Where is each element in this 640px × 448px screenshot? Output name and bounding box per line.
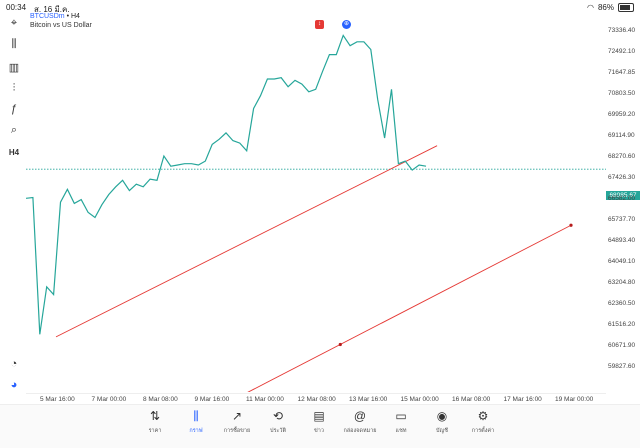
price-tick-label: 70803.50: [608, 90, 636, 97]
price-tick-label: 69114.90: [608, 132, 635, 139]
trade-analytics-icon[interactable]: ◔: [7, 357, 21, 371]
nav-label: ข่าว: [314, 428, 324, 434]
nav-mailbox[interactable]: @ กล่องจดหมาย: [340, 408, 380, 435]
time-tick-label: 13 Mar 16:00: [349, 396, 388, 403]
time-tick-label: 8 Mar 08:00: [143, 396, 178, 403]
function-icon[interactable]: ƒ: [7, 102, 21, 116]
time-tick-label: 15 Mar 00:00: [400, 396, 439, 403]
time-tick-label: 11 Mar 00:00: [246, 396, 284, 403]
nav-history[interactable]: ⟲ ประวัติ: [258, 408, 298, 435]
price-tick-label: 65737.70: [608, 216, 636, 223]
trendline[interactable]: [55, 145, 438, 338]
nav-label: การตั้งค่า: [471, 428, 495, 434]
nav-quotes[interactable]: ⇅ ราคา: [135, 408, 175, 435]
wifi-icon: ◠: [587, 3, 594, 12]
objects-icon[interactable]: ⌕: [7, 123, 21, 137]
nav-trade[interactable]: ↗ การซื้อขาย: [217, 408, 257, 435]
price-tick-label: 60671.90: [608, 342, 636, 349]
signal-icon[interactable]: ◕: [7, 378, 21, 392]
quotes-icon: ⇅: [149, 409, 161, 423]
candles-icon[interactable]: ⫼: [7, 37, 21, 51]
status-bar: 00:34 ส. 16 มี.ค. ◠ 86%: [0, 0, 640, 14]
time-tick-label: 9 Mar 16:00: [194, 396, 230, 403]
price-axis[interactable]: 68085.67 73336.40 72492.10 71647.85 70803.5…: [606, 20, 640, 395]
chart-icon: ⫼: [193, 409, 199, 423]
event-marker-icon[interactable]: ↕: [315, 20, 324, 29]
price-tick-label: 64893.40: [608, 237, 636, 244]
time-tick-label: 19 Mar 00:00: [555, 396, 594, 403]
trendline-anchor[interactable]: [338, 342, 342, 347]
status-time: 00:34: [6, 3, 27, 12]
trendline-anchor[interactable]: [569, 223, 573, 227]
time-tick-label: 16 Mar 08:00: [452, 396, 491, 403]
nav-label: ประวัติ: [269, 428, 287, 434]
trendline[interactable]: [158, 224, 572, 439]
price-line-series[interactable]: [25, 34, 427, 335]
status-right: ◠ 86%: [587, 3, 634, 12]
nav-settings[interactable]: ⚙ การตั้งค่า: [463, 408, 503, 435]
nav-label: กล่องจดหมาย: [343, 428, 377, 434]
chat-icon: ▭: [395, 409, 407, 423]
account-icon: ◉: [436, 409, 448, 423]
chart-area[interactable]: ↕ ⊕: [25, 20, 606, 439]
timeframe-icon[interactable]: H4: [7, 145, 21, 159]
time-tick-label: 7 Mar 00:00: [91, 396, 127, 403]
battery-percent: 86%: [597, 3, 614, 12]
nav-news[interactable]: ▤ ข่าว: [299, 408, 339, 435]
nav-label: บัญชี: [436, 428, 448, 434]
nav-chat[interactable]: ▭ แชท: [381, 408, 421, 435]
time-tick-label: 17 Mar 16:00: [503, 396, 542, 403]
trade-icon: ↗: [231, 409, 243, 423]
history-icon: ⟲: [272, 409, 284, 423]
price-tick-label: 69959.20: [608, 111, 636, 118]
price-tick-label: 64049.10: [608, 258, 636, 265]
event-marker-icon[interactable]: ⊕: [342, 20, 351, 29]
nav-chart[interactable]: ⫼ กราฟ: [176, 408, 216, 435]
battery-icon: [618, 3, 634, 12]
price-tick-label: 61516.20: [608, 321, 636, 328]
nav-account[interactable]: ◉ บัญชี: [422, 408, 462, 435]
settings-icon: ⚙: [477, 409, 489, 423]
nav-label: การซื้อขาย: [223, 428, 251, 434]
price-tick-label: 68270.60: [608, 153, 636, 160]
price-tick-label: 63204.80: [608, 279, 636, 286]
price-tick-label: 72492.10: [608, 48, 636, 55]
news-icon: ▤: [313, 409, 325, 423]
time-tick-label: 5 Mar 16:00: [40, 396, 75, 403]
time-tick-label: 12 Mar 08:00: [297, 396, 336, 403]
price-tick-label: 67426.30: [608, 174, 636, 181]
nav-label: ราคา: [148, 428, 162, 434]
price-chart[interactable]: [25, 20, 606, 439]
nav-label: กราฟ: [189, 428, 203, 434]
price-tick-label: 59827.60: [608, 363, 636, 370]
price-tick-label: 66582.00: [608, 195, 636, 202]
price-tick-label: 71647.85: [608, 69, 636, 76]
price-tick-label: 62360.50: [608, 300, 636, 307]
nav-label: แชท: [395, 428, 407, 434]
price-tick-label: 73336.40: [608, 27, 636, 34]
bar-chart-icon[interactable]: ▥: [7, 60, 21, 74]
symbol-timeframe: H4: [70, 13, 80, 20]
mailbox-icon: @: [353, 409, 367, 423]
crosshair-icon[interactable]: ⌖: [7, 16, 21, 30]
indicators-icon[interactable]: ⫶: [7, 81, 21, 95]
symbol-title[interactable]: BTCUSDm • H4: [30, 13, 80, 20]
bottom-navigation: ⇅ ราคา ⫼ กราฟ ↗ การซื้อขาย ⟲ ประวัติ ▤ ข่าว @ กล่อง…: [0, 404, 640, 448]
symbol-name: BTCUSDm: [30, 13, 65, 20]
